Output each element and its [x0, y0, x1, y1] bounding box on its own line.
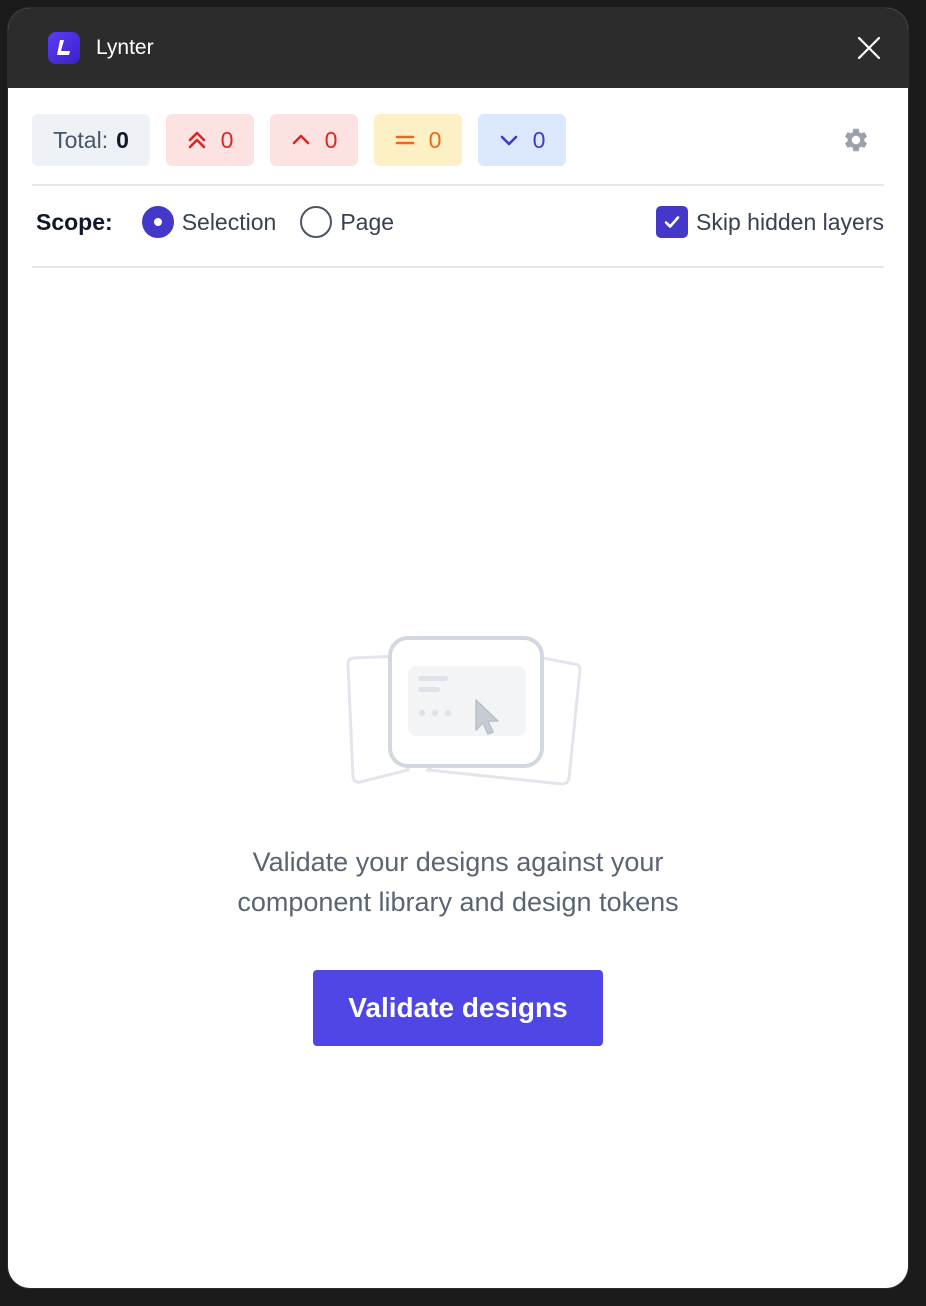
critical-count-badge[interactable]: 0: [166, 114, 254, 166]
radio-unchecked-icon: [300, 206, 333, 238]
scope-label: Scope:: [36, 208, 113, 235]
plugin-window: Lynter Total: 0 0 0 0 0 Scope: Selection…: [8, 8, 908, 1288]
divider: [32, 266, 884, 268]
issue-counts: Total: 0 0 0 0 0: [32, 114, 884, 166]
scope-radio-page[interactable]: Page: [300, 206, 394, 238]
close-icon[interactable]: [856, 35, 882, 61]
low-count: 0: [532, 126, 546, 153]
skip-hidden-layers-checkbox[interactable]: Skip hidden layers: [656, 206, 884, 238]
gear-icon[interactable]: [842, 126, 870, 154]
total-count-badge[interactable]: Total: 0: [32, 114, 150, 166]
plugin-content: Total: 0 0 0 0 0 Scope: Selection Page S…: [8, 88, 908, 1288]
app-title: Lynter: [96, 36, 154, 59]
medium-count-badge[interactable]: 0: [374, 114, 462, 166]
skip-hidden-label: Skip hidden layers: [696, 208, 884, 235]
low-count-badge[interactable]: 0: [478, 114, 566, 166]
scope-radio-selection[interactable]: Selection: [141, 206, 277, 238]
medium-count: 0: [428, 126, 442, 153]
checkmark-icon: [656, 206, 689, 238]
validate-designs-button[interactable]: Validate designs: [313, 970, 603, 1046]
lynter-logo-icon: [48, 32, 80, 64]
empty-state-line: component library and design tokens: [237, 887, 679, 917]
high-count-badge[interactable]: 0: [270, 114, 358, 166]
empty-state-message: Validate your designs against your compo…: [8, 842, 908, 922]
total-value: 0: [116, 126, 129, 153]
title-bar: Lynter: [8, 8, 908, 88]
chevron-down-icon: [499, 130, 519, 150]
chevron-up-icon: [291, 130, 311, 150]
scope-row: Scope: Selection Page Skip hidden layers: [32, 196, 884, 248]
radio-checked-icon: [141, 206, 174, 238]
double-chevron-up-icon: [187, 130, 207, 150]
empty-state-illustration: [338, 620, 590, 792]
scope-option-label: Selection: [181, 208, 277, 235]
divider: [32, 184, 884, 186]
total-label: Total:: [53, 126, 109, 153]
empty-state-line: Validate your designs against your: [252, 847, 664, 877]
equals-icon: [395, 130, 415, 150]
critical-count: 0: [220, 126, 234, 153]
high-count: 0: [324, 126, 338, 153]
scope-option-label: Page: [340, 208, 395, 235]
